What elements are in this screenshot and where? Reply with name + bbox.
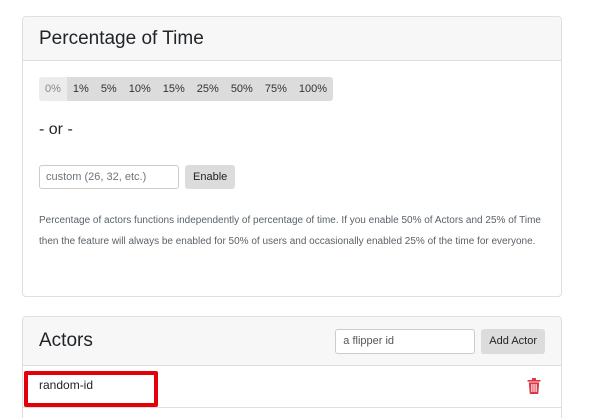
or-separator: - or - bbox=[39, 121, 73, 138]
percentage-option-100[interactable]: 100% bbox=[292, 77, 334, 101]
actor-name: random-id bbox=[39, 378, 94, 392]
percentage-option-5[interactable]: 5% bbox=[94, 77, 123, 101]
actors-card-header: Actors Add Actor bbox=[23, 317, 561, 366]
actor-id-input[interactable] bbox=[335, 328, 476, 354]
enable-button[interactable]: Enable bbox=[185, 165, 236, 189]
actors-card: Actors Add Actor random-id bbox=[22, 316, 562, 418]
percentage-card-title: Percentage of Time bbox=[39, 27, 204, 49]
percentage-of-time-card: Percentage of Time 0% 1% 5% 10% 15% 25% … bbox=[22, 16, 562, 297]
trash-icon[interactable] bbox=[527, 378, 541, 394]
actor-list-item: random-id bbox=[23, 366, 561, 408]
percentage-options-group: 0% 1% 5% 10% 15% 25% 50% 75% 100% bbox=[39, 77, 334, 101]
percentage-help-text: Percentage of actors functions independe… bbox=[39, 215, 541, 247]
add-actor-form: Add Actor bbox=[335, 328, 545, 354]
actors-card-title: Actors bbox=[39, 330, 93, 351]
percentage-option-50[interactable]: 50% bbox=[224, 77, 259, 101]
custom-percentage-input[interactable] bbox=[39, 165, 179, 189]
percentage-option-10[interactable]: 10% bbox=[122, 77, 157, 101]
percentage-option-75[interactable]: 75% bbox=[258, 77, 293, 101]
percentage-option-0[interactable]: 0% bbox=[39, 77, 67, 101]
percentage-card-header: Percentage of Time bbox=[23, 17, 561, 61]
custom-percentage-form: Enable bbox=[39, 165, 236, 189]
add-actor-button[interactable]: Add Actor bbox=[481, 328, 545, 354]
percentage-option-1[interactable]: 1% bbox=[66, 77, 95, 101]
percentage-option-15[interactable]: 15% bbox=[156, 77, 191, 101]
percentage-option-25[interactable]: 25% bbox=[190, 77, 225, 101]
